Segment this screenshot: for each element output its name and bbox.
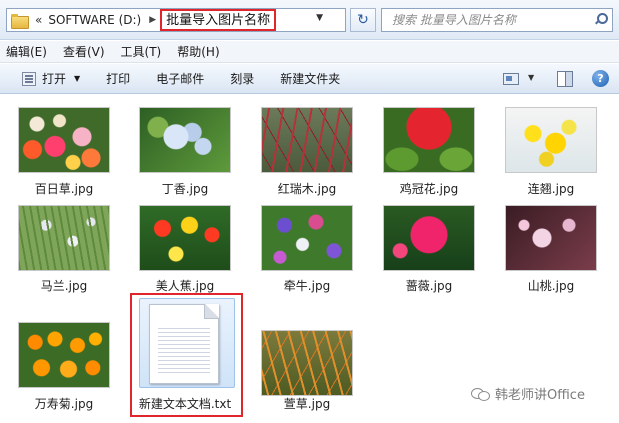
search-input[interactable]: 搜索 批量导入图片名称 bbox=[381, 8, 613, 32]
file-name[interactable]: 蔷薇.jpg bbox=[369, 277, 489, 294]
watermark-text: 韩老师讲Office bbox=[495, 388, 585, 403]
open-button[interactable]: 打开 ▼ bbox=[22, 70, 80, 87]
thumbnail-canna[interactable] bbox=[139, 205, 231, 271]
address-bar: « SOFTWARE (D:) ▶ 批量导入图片名称 ▼ ↻ 搜索 批量导入图片… bbox=[0, 0, 619, 40]
watermark: 韩老师讲Office bbox=[471, 384, 585, 403]
file-name[interactable]: 美人蕉.jpg bbox=[125, 277, 245, 294]
breadcrumb-separator-icon[interactable]: ▶ bbox=[149, 15, 156, 25]
thumbnail-cockscomb[interactable] bbox=[383, 107, 475, 173]
file-name[interactable]: 马兰.jpg bbox=[4, 277, 124, 294]
address-box[interactable]: « SOFTWARE (D:) ▶ 批量导入图片名称 ▼ bbox=[6, 8, 346, 32]
search-icon[interactable] bbox=[594, 13, 608, 25]
preview-pane-icon[interactable] bbox=[557, 71, 573, 87]
menu-view[interactable]: 查看(V) bbox=[57, 43, 115, 60]
new-folder-button[interactable]: 新建文件夹 bbox=[280, 70, 340, 87]
file-name[interactable]: 百日草.jpg bbox=[4, 180, 124, 197]
thumbnail-peach[interactable] bbox=[505, 205, 597, 271]
file-name[interactable]: 红瑞木.jpg bbox=[247, 180, 367, 197]
search-placeholder: 搜索 批量导入图片名称 bbox=[392, 13, 516, 27]
menu-help[interactable]: 帮助(H) bbox=[171, 43, 229, 60]
thumbnail-morning-glory[interactable] bbox=[261, 205, 353, 271]
burn-button[interactable]: 刻录 bbox=[230, 70, 254, 87]
thumbnail-iris[interactable] bbox=[18, 205, 110, 271]
menu-edit[interactable]: 编辑(E) bbox=[0, 43, 57, 60]
thumbnail-forsythia[interactable] bbox=[505, 107, 597, 173]
thumbnail-zinnia[interactable] bbox=[18, 107, 110, 173]
menu-tools[interactable]: 工具(T) bbox=[115, 43, 172, 60]
thumbnail-marigold[interactable] bbox=[18, 322, 110, 388]
help-icon[interactable]: ? bbox=[592, 70, 609, 87]
breadcrumb-overflow[interactable]: « bbox=[35, 13, 42, 27]
wechat-icon bbox=[471, 387, 490, 401]
folder-icon bbox=[11, 13, 29, 29]
file-name[interactable]: 丁香.jpg bbox=[125, 180, 245, 197]
open-icon bbox=[22, 71, 36, 86]
thumbnail-rose[interactable] bbox=[383, 205, 475, 271]
thumbnail-dogwood[interactable] bbox=[261, 107, 353, 173]
annotation-highlight-box bbox=[130, 293, 243, 417]
refresh-button[interactable]: ↻ bbox=[350, 8, 376, 32]
thumbnail-daylily[interactable] bbox=[261, 330, 353, 396]
thumbnail-clove[interactable] bbox=[139, 107, 231, 173]
file-name[interactable]: 山桃.jpg bbox=[491, 277, 611, 294]
address-dropdown-icon[interactable]: ▼ bbox=[316, 13, 323, 23]
open-label: 打开 bbox=[42, 72, 67, 86]
file-name[interactable]: 连翘.jpg bbox=[491, 180, 611, 197]
file-name[interactable]: 万寿菊.jpg bbox=[4, 395, 124, 412]
breadcrumb-current-folder[interactable]: 批量导入图片名称 bbox=[160, 9, 277, 31]
open-caret-icon[interactable]: ▼ bbox=[74, 74, 80, 83]
change-view-icon[interactable] bbox=[503, 73, 519, 85]
file-name[interactable]: 牵牛.jpg bbox=[247, 277, 367, 294]
print-button[interactable]: 打印 bbox=[106, 70, 130, 87]
menu-bar: 编辑(E) 查看(V) 工具(T) 帮助(H) bbox=[0, 41, 619, 63]
email-button[interactable]: 电子邮件 bbox=[156, 70, 204, 87]
breadcrumb-drive[interactable]: SOFTWARE (D:) bbox=[48, 13, 141, 27]
command-toolbar: 打开 ▼ 打印 电子邮件 刻录 新建文件夹 bbox=[0, 64, 619, 94]
file-name[interactable]: 萱草.jpg bbox=[247, 395, 367, 412]
file-name[interactable]: 鸡冠花.jpg bbox=[369, 180, 489, 197]
view-caret-icon[interactable]: ▼ bbox=[528, 73, 534, 82]
